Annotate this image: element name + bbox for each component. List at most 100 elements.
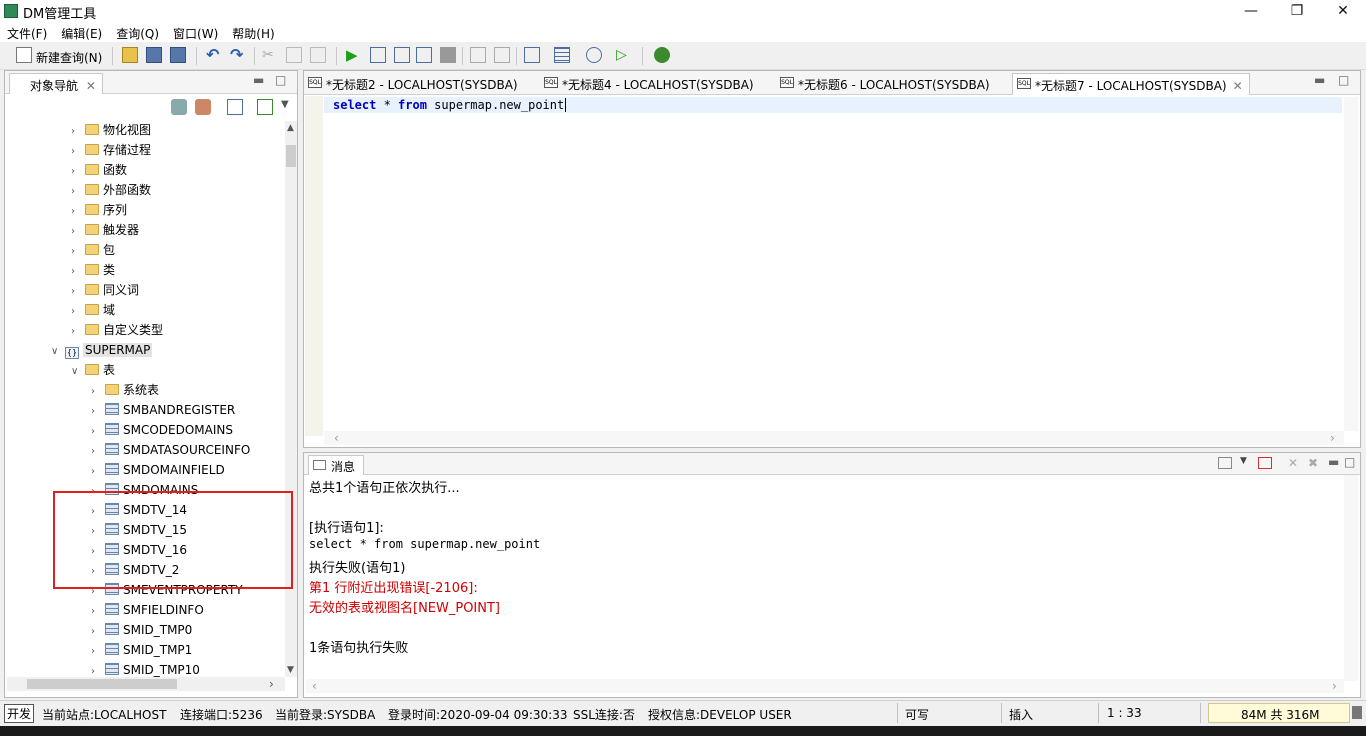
chevron-right-icon[interactable]: › xyxy=(91,462,101,482)
minimize-panel-icon[interactable]: ▬ xyxy=(1314,73,1325,87)
chevron-right-icon[interactable]: › xyxy=(91,422,101,442)
scroll-down-icon[interactable]: ▼ xyxy=(287,665,294,675)
tree-item[interactable]: › 外部函数 xyxy=(71,180,151,200)
tree-item[interactable]: › SMDOMAINFIELD xyxy=(91,460,225,480)
chevron-right-icon[interactable]: › xyxy=(91,662,101,677)
run-line-icon[interactable] xyxy=(370,47,386,63)
copy-icon[interactable] xyxy=(286,47,302,63)
remove-icon[interactable] xyxy=(1258,457,1272,469)
tree-item[interactable]: › 自定义类型 xyxy=(71,320,163,340)
scroll-right-icon[interactable]: › xyxy=(1330,431,1335,445)
pin-icon[interactable]: ✖ xyxy=(1308,456,1318,470)
editor-horizontal-scrollbar[interactable]: ‹ › xyxy=(324,431,1344,445)
menu-file[interactable]: 文件(F) xyxy=(0,22,54,42)
chevron-right-icon[interactable]: › xyxy=(71,122,81,142)
chevron-right-icon[interactable]: › xyxy=(91,622,101,642)
maximize-button[interactable]: ❐ xyxy=(1274,0,1320,22)
minimize-panel-icon[interactable]: ▬ xyxy=(1328,455,1339,469)
maximize-panel-icon[interactable]: □ xyxy=(1338,73,1349,87)
tree-item[interactable]: › 序列 xyxy=(71,200,127,220)
tree-item[interactable]: › 存储过程 xyxy=(71,140,151,160)
chevron-right-icon[interactable]: › xyxy=(91,442,101,462)
chevron-right-icon[interactable]: › xyxy=(71,322,81,342)
unformat-icon[interactable] xyxy=(494,47,510,63)
tab-messages[interactable]: 消息 xyxy=(308,455,365,475)
trash-icon[interactable] xyxy=(1352,706,1362,719)
chevron-right-icon[interactable]: › xyxy=(71,142,81,162)
stop-icon[interactable] xyxy=(440,47,456,63)
redo-icon[interactable]: ↷ xyxy=(230,47,246,63)
tree-item[interactable]: › SMCODEDOMAINS xyxy=(91,420,233,440)
h-scroll-thumb[interactable] xyxy=(27,679,177,689)
scroll-right-icon[interactable]: › xyxy=(269,677,274,691)
undo-icon[interactable]: ↶ xyxy=(206,47,222,63)
scroll-up-icon[interactable]: ▲ xyxy=(287,123,294,133)
tree-item[interactable]: › SMID_TMP1 xyxy=(91,640,192,660)
scroll-right-icon[interactable]: › xyxy=(1332,679,1337,693)
tree-item[interactable]: ∨ {} SUPERMAP xyxy=(51,340,153,362)
new-query-icon[interactable] xyxy=(16,47,32,63)
messages-horizontal-scrollbar[interactable]: ‹ › xyxy=(306,679,1344,693)
tree-item[interactable]: › 包 xyxy=(71,240,115,260)
view-menu-icon[interactable]: ▼ xyxy=(281,99,289,110)
debug-run-icon[interactable]: ▷ xyxy=(616,47,632,63)
disconnect-icon[interactable] xyxy=(195,99,211,115)
tree-item[interactable]: › SMID_TMP0 xyxy=(91,620,192,640)
maximize-panel-icon[interactable]: □ xyxy=(1344,455,1355,469)
tree-horizontal-scrollbar[interactable]: › xyxy=(7,677,285,691)
chevron-down-icon[interactable]: ∨ xyxy=(51,342,61,362)
bug-icon[interactable] xyxy=(654,47,670,63)
menu-edit[interactable]: 编辑(E) xyxy=(54,22,109,42)
chevron-right-icon[interactable]: › xyxy=(91,602,101,622)
tree-item[interactable]: › SMDATASOURCEINFO xyxy=(91,440,250,460)
open-icon[interactable] xyxy=(122,47,138,63)
tree-item[interactable]: › 物化视图 xyxy=(71,120,151,140)
tree-vertical-scrollbar[interactable]: ▲ ▼ xyxy=(285,121,297,677)
tab-query-4[interactable]: SQL *无标题4 - LOCALHOST(SYSDBA) xyxy=(540,73,760,95)
tab-query-7[interactable]: SQL *无标题7 - LOCALHOST(SYSDBA) ✕ xyxy=(1012,73,1250,95)
close-button[interactable]: ✕ xyxy=(1320,0,1366,22)
chevron-right-icon[interactable]: › xyxy=(71,282,81,302)
minimize-button[interactable]: — xyxy=(1228,0,1274,22)
save-all-icon[interactable] xyxy=(170,47,186,63)
chevron-right-icon[interactable]: › xyxy=(91,642,101,662)
tree-item[interactable]: › SMFIELDINFO xyxy=(91,600,204,620)
editor-vertical-scrollbar[interactable] xyxy=(1344,97,1358,431)
tree-item[interactable]: › SMID_TMP10 xyxy=(91,660,200,677)
tree-item[interactable]: › 函数 xyxy=(71,160,127,180)
menu-help[interactable]: 帮助(H) xyxy=(225,22,281,42)
messages-vertical-scrollbar[interactable] xyxy=(1344,475,1358,681)
collapse-all-icon[interactable] xyxy=(257,99,273,115)
paste-icon[interactable] xyxy=(310,47,326,63)
tree-item[interactable]: › 域 xyxy=(71,300,115,320)
menu-query[interactable]: 查询(Q) xyxy=(109,22,166,42)
remove-all-icon[interactable]: ✕ xyxy=(1288,456,1298,470)
cut-icon[interactable]: ✂ xyxy=(262,47,278,63)
chevron-right-icon[interactable]: › xyxy=(71,202,81,222)
run-icon[interactable]: ▶ xyxy=(346,47,362,63)
scroll-left-icon[interactable]: ‹ xyxy=(312,679,317,693)
chevron-right-icon[interactable]: › xyxy=(71,242,81,262)
chevron-right-icon[interactable]: › xyxy=(71,182,81,202)
format-icon[interactable] xyxy=(470,47,486,63)
clear-view-icon[interactable] xyxy=(1218,457,1232,469)
plan-icon[interactable] xyxy=(524,47,540,63)
chevron-right-icon[interactable]: › xyxy=(71,222,81,242)
tree-item[interactable]: › 类 xyxy=(71,260,115,280)
result-grid-icon[interactable] xyxy=(554,47,570,63)
explain-icon[interactable] xyxy=(416,47,432,63)
menu-window[interactable]: 窗口(W) xyxy=(166,22,225,42)
chevron-right-icon[interactable]: › xyxy=(71,262,81,282)
sql-input[interactable]: select * from supermap.new_point xyxy=(333,98,567,112)
tree-item[interactable]: › 触发器 xyxy=(71,220,139,240)
scroll-left-icon[interactable]: ‹ xyxy=(334,431,339,445)
refresh-icon[interactable] xyxy=(586,47,602,63)
new-query-button[interactable]: 新建查询(N) xyxy=(36,49,102,66)
tree-item[interactable]: › SMBANDREGISTER xyxy=(91,400,235,420)
close-tab-icon[interactable]: ✕ xyxy=(1233,79,1243,93)
chevron-right-icon[interactable]: › xyxy=(91,402,101,422)
minimize-panel-icon[interactable]: ▬ xyxy=(253,73,264,87)
refresh-tree-icon[interactable] xyxy=(227,99,243,115)
scroll-thumb[interactable] xyxy=(286,145,296,167)
tab-query-6[interactable]: SQL *无标题6 - LOCALHOST(SYSDBA) xyxy=(776,73,996,95)
